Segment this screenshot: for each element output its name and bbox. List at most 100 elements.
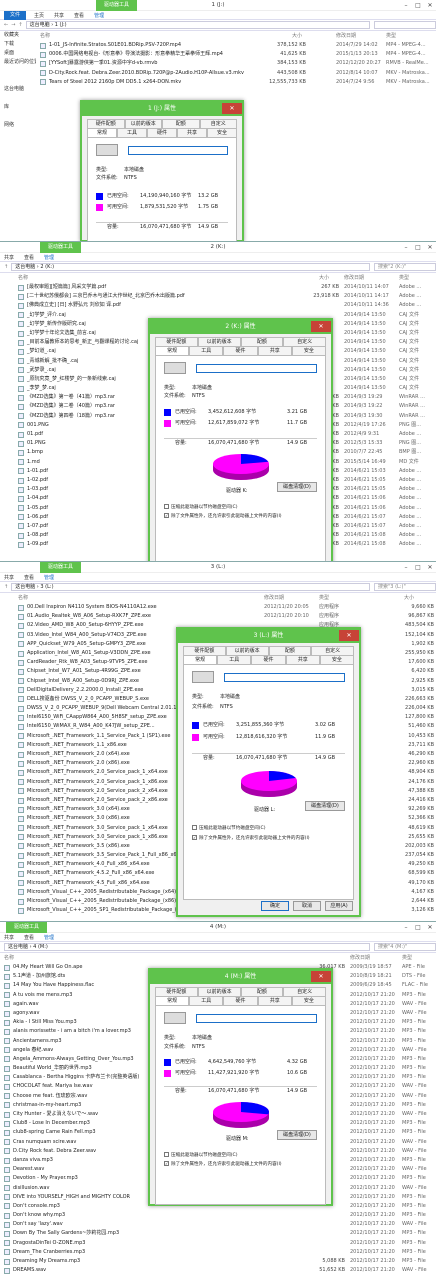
compress-checkbox[interactable]: 压缩此驱动器以节约磁盘空间(C) [164, 1152, 319, 1159]
close-icon[interactable]: ✕ [424, 922, 436, 933]
tab-home[interactable]: 主页 [34, 12, 44, 19]
file-row[interactable]: Dreaming My Dreams.mp3 5,088 KB 2012/10/17… [0, 1257, 436, 1266]
close-icon[interactable]: ✕ [424, 242, 436, 253]
up-icon[interactable]: ↑ [4, 264, 8, 270]
checkbox-checked-icon[interactable]: ✓ [164, 1161, 169, 1166]
file-row[interactable]: DREAMS.wav 51,652 KB 2012/10/17 21:20 WAV -… [0, 1266, 436, 1275]
checkbox-checked-icon[interactable]: ✓ [164, 513, 169, 518]
disk-cleanup-button[interactable]: 磁盘清理(D) [305, 801, 345, 811]
forward-icon[interactable]: → [11, 22, 15, 28]
index-checkbox[interactable]: ✓ 除了文件属性外，还允许索引此驱动器上文件的内容(I) [164, 513, 319, 520]
dialog-tab[interactable]: 以前的版本 [124, 119, 162, 128]
dialog-tab[interactable]: 以前的版本 [197, 337, 241, 346]
dialog-tab[interactable]: 硬件 [223, 346, 258, 355]
col-date[interactable]: 修改日期 [350, 953, 370, 963]
sidebar-item[interactable]: 这台电脑 [0, 85, 36, 94]
disk-cleanup-button[interactable]: 磁盘清理(D) [277, 1130, 317, 1140]
search-input[interactable] [374, 21, 436, 29]
file-row[interactable]: Tears of Steel 2012 2160p DM DD5.1 x264-… [36, 78, 436, 87]
dialog-tab[interactable]: 硬件配额 [87, 119, 125, 128]
file-row[interactable]: 0006.中国网络电视台-《形意拳》导演法摄影：形意拳精华王辈拳师王辉.mp4 4… [36, 50, 436, 59]
volume-label-input[interactable] [224, 673, 345, 682]
minimize-icon[interactable]: – [400, 922, 412, 933]
search-input[interactable]: 搜索"2 (K:)" [374, 263, 436, 271]
col-type[interactable]: 类型 [402, 953, 412, 963]
dialog-tab[interactable]: 工具 [189, 996, 224, 1005]
col-name[interactable]: 名称 [18, 593, 28, 603]
apply-button[interactable]: 应用(A) [325, 901, 353, 911]
tab-view[interactable]: 查看 [24, 254, 34, 261]
dialog-tab[interactable]: 安全 [291, 996, 327, 1005]
sidebar-item[interactable]: 网络 [0, 121, 36, 130]
close-icon[interactable]: ✕ [311, 321, 331, 332]
col-date[interactable]: 修改日期 [336, 31, 356, 41]
dialog-tab[interactable]: 自定义 [311, 646, 354, 655]
minimize-icon[interactable]: – [400, 562, 412, 573]
maximize-icon[interactable]: □ [412, 0, 424, 11]
dialog-tab[interactable]: 以前的版本 [225, 646, 269, 655]
sidebar-item[interactable]: 最近访问的位置 [0, 58, 36, 67]
file-row[interactable]: [佛典成立史] [日] 水野弘元 刘欣如 译.pdf 2014/10/11 14:… [14, 301, 436, 310]
dialog-tab[interactable]: 共享 [257, 996, 292, 1005]
tab-manage[interactable]: 管理 [94, 12, 104, 19]
close-icon[interactable]: ✕ [339, 630, 359, 641]
tab-share[interactable]: 共享 [4, 574, 14, 581]
tab-view[interactable]: 查看 [24, 574, 34, 581]
col-size[interactable]: 大小 [319, 273, 329, 283]
tab-view[interactable]: 查看 [74, 12, 84, 19]
dialog-tab[interactable]: 常规 [155, 346, 190, 355]
tab-manage[interactable]: 管理 [44, 254, 54, 261]
maximize-icon[interactable]: □ [412, 562, 424, 573]
dialog-tab[interactable]: 安全 [319, 655, 355, 664]
sidebar-item[interactable]: 收藏夹 [0, 31, 36, 40]
dialog-tab[interactable]: 硬件 [147, 128, 177, 137]
tab-share[interactable]: 共享 [4, 934, 14, 941]
dialog-tab[interactable]: 硬件 [223, 996, 258, 1005]
maximize-icon[interactable]: □ [412, 922, 424, 933]
file-row[interactable]: DragostaDinTei O-ZONE.mp3 2012/10/17 21:2… [0, 1239, 436, 1248]
tab-manage[interactable]: 管理 [44, 934, 54, 941]
close-icon[interactable]: ✕ [222, 103, 242, 114]
path-input[interactable]: 这台电脑 › 1 (J:) [25, 21, 370, 29]
dialog-tab[interactable]: 共享 [177, 128, 207, 137]
maximize-icon[interactable]: □ [412, 242, 424, 253]
file-row[interactable]: Down By The Sally Gardens~莎莉花园.mp3 2012/1… [0, 1229, 436, 1238]
sidebar-item[interactable]: 库 [0, 103, 36, 112]
file-row[interactable]: Don't say 'lazy'.wav 2012/10/17 21:20 WAV … [0, 1220, 436, 1229]
minimize-icon[interactable]: – [400, 0, 412, 11]
file-row[interactable]: [YYSoft]暴露游侠第一季01.资源中字d-vb.rmvb 384,153 K… [36, 59, 436, 68]
col-size[interactable]: 大小 [404, 593, 414, 603]
checkbox-checked-icon[interactable]: ✓ [192, 835, 197, 840]
sidebar-item[interactable]: 下载 [0, 40, 36, 49]
minimize-icon[interactable]: – [400, 242, 412, 253]
dialog-tab[interactable]: 自定义 [199, 119, 237, 128]
path-input[interactable]: 这台电脑 › 4 (M:) [4, 943, 370, 951]
dialog-tab[interactable]: 工具 [117, 128, 147, 137]
dialog-tab[interactable]: 配额 [240, 337, 284, 346]
dialog-tab[interactable]: 安全 [291, 346, 327, 355]
dialog-tab[interactable]: 配额 [162, 119, 200, 128]
tab-manage[interactable]: 管理 [44, 574, 54, 581]
col-size[interactable]: 大小 [292, 31, 302, 41]
dialog-tab[interactable]: 硬件 [251, 655, 286, 664]
tab-file[interactable]: 文件 [4, 10, 27, 20]
back-icon[interactable]: ← [4, 22, 8, 28]
dialog-tab[interactable]: 自定义 [283, 987, 326, 996]
dialog-tab[interactable]: 硬件配额 [155, 987, 198, 996]
close-icon[interactable]: ✕ [424, 562, 436, 573]
dialog-tab[interactable]: 配额 [240, 987, 284, 996]
sidebar-item[interactable]: 桌面 [0, 49, 36, 58]
tab-share[interactable]: 共享 [4, 254, 14, 261]
close-icon[interactable]: ✕ [424, 0, 436, 11]
dialog-tab[interactable]: 常规 [87, 128, 117, 137]
index-checkbox[interactable]: ✓ 除了文件属性外，还允许索引此驱动器上文件的内容(I) [192, 835, 347, 842]
file-row[interactable]: 00.Dell Inspiron N4110 System BIOS-N4110… [14, 603, 436, 612]
col-date[interactable]: 修改日期 [264, 593, 284, 603]
search-input[interactable]: 搜索"3 (L:)" [374, 583, 436, 591]
volume-label-input[interactable] [196, 1014, 317, 1023]
path-input[interactable]: 这台电脑 › 3 (L:) [11, 583, 370, 591]
col-type[interactable]: 类型 [319, 593, 329, 603]
ok-button[interactable]: 确定 [261, 901, 289, 911]
dialog-tab[interactable]: 硬件配额 [183, 646, 226, 655]
dialog-tab[interactable]: 共享 [257, 346, 292, 355]
